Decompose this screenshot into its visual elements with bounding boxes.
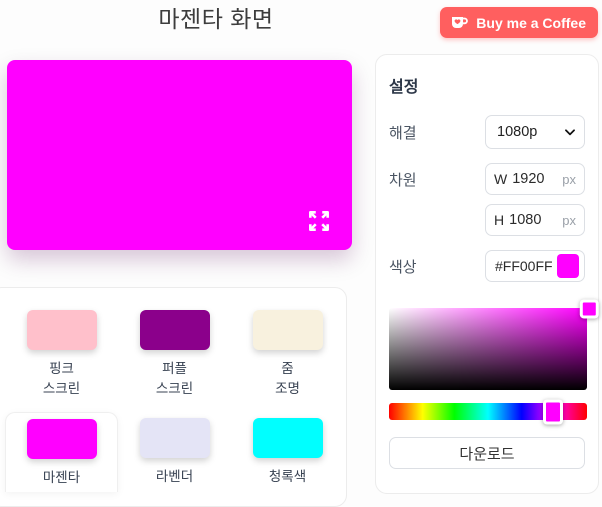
lavender-swatch[interactable] — [139, 418, 210, 459]
height-row: H px — [389, 204, 585, 236]
height-unit: px — [562, 212, 576, 228]
color-label: 색상 — [389, 258, 417, 276]
palette-item-magenta[interactable]: 마젠타 — [5, 412, 118, 492]
pink-swatch[interactable] — [26, 310, 97, 350]
height-field[interactable]: H px — [485, 204, 585, 236]
palette-item-cyan[interactable]: 청록색 — [231, 412, 344, 492]
fullscreen-icon[interactable] — [306, 208, 332, 234]
resolution-label: 해결 — [389, 124, 417, 142]
palette-item-pink[interactable]: 핑크 스크린 — [5, 304, 118, 402]
saturation-picker[interactable] — [389, 299, 599, 390]
height-input[interactable] — [509, 212, 552, 228]
width-unit: px — [562, 171, 576, 187]
resolution-row: 해결 1080p — [389, 115, 585, 149]
color-row: 색상 — [389, 250, 585, 282]
download-button[interactable]: 다운로드 — [389, 437, 585, 469]
magenta-swatch[interactable] — [26, 419, 97, 460]
cyan-swatch[interactable] — [252, 418, 323, 459]
hex-field[interactable] — [485, 250, 585, 282]
swatch-label: 마젠타 — [42, 470, 81, 486]
palette-card: 핑크 스크린 퍼플 스크린 줌 조명 마젠타 라벤더 청록색 — [0, 287, 347, 507]
hex-input[interactable] — [495, 258, 557, 274]
resolution-select[interactable]: 1080p — [485, 115, 585, 149]
color-preview[interactable] — [7, 60, 352, 250]
purple-swatch[interactable] — [139, 310, 210, 350]
palette-grid: 핑크 스크린 퍼플 스크린 줌 조명 마젠타 라벤더 청록색 — [5, 304, 346, 492]
width-row: 차원 W px — [389, 163, 585, 195]
coffee-button-label: Buy me a Coffee — [476, 14, 586, 31]
swatch-label: 청록색 — [268, 469, 307, 485]
dimensions-label: 차원 — [389, 171, 417, 189]
palette-item-purple[interactable]: 퍼플 스크린 — [118, 304, 231, 402]
coffee-cup-icon — [450, 14, 469, 31]
hue-slider[interactable] — [389, 399, 587, 424]
palette-item-zoom-lighting[interactable]: 줌 조명 — [231, 304, 344, 402]
width-field[interactable]: W px — [485, 163, 585, 195]
swatch-label: 라벤더 — [155, 469, 194, 485]
swatch-label: 퍼플 스크린 — [155, 361, 194, 396]
zoom-lighting-swatch[interactable] — [252, 310, 323, 350]
height-prefix: H — [494, 212, 505, 228]
settings-title: 설정 — [389, 79, 419, 96]
width-prefix: W — [494, 171, 508, 187]
saturation-handle[interactable] — [579, 299, 599, 319]
buy-me-a-coffee-button[interactable]: Buy me a Coffee — [440, 7, 598, 38]
hex-color-swatch[interactable] — [557, 254, 579, 278]
swatch-label: 줌 조명 — [275, 361, 300, 396]
settings-panel: 설정 해결 1080p 차원 W px H px 색상 — [375, 54, 599, 494]
hue-slider-handle[interactable] — [543, 399, 564, 424]
width-input[interactable] — [512, 171, 555, 187]
page-title: 마젠타 화면 — [158, 6, 274, 32]
palette-item-lavender[interactable]: 라벤더 — [118, 412, 231, 492]
swatch-label: 핑크 스크린 — [42, 361, 81, 396]
